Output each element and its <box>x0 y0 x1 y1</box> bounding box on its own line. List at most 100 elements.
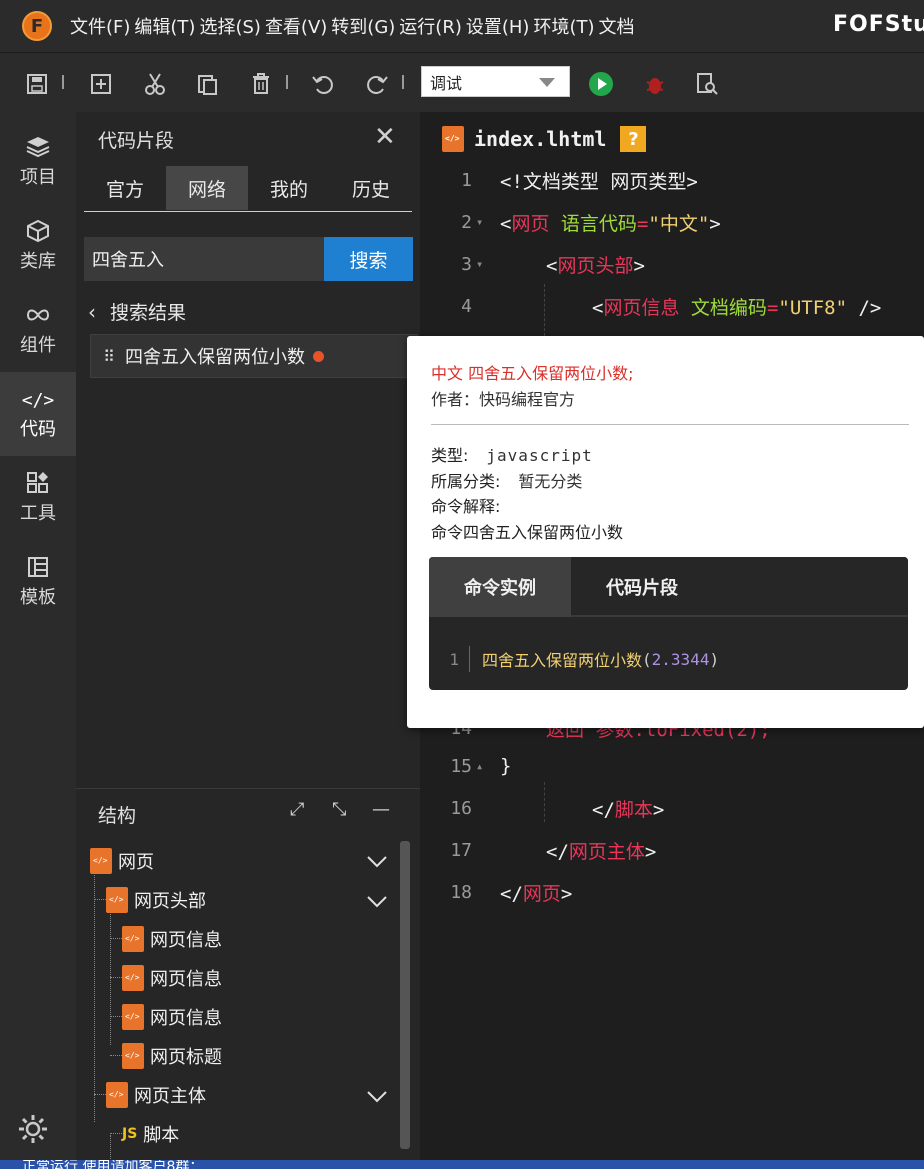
menu-select[interactable]: 选择(S) <box>199 13 260 39</box>
rail-item-components[interactable]: 组件 <box>0 288 76 372</box>
chevron-down-icon[interactable] <box>366 1088 388 1109</box>
tab-mine[interactable]: 我的 <box>248 166 330 210</box>
rail-item-label: 项目 <box>20 167 56 188</box>
save-icon[interactable] <box>24 71 50 97</box>
app-name: FOFStu <box>833 12 924 37</box>
menu-view[interactable]: 查看(V) <box>265 13 327 39</box>
rail-item-templates[interactable]: 模板 <box>0 540 76 624</box>
tree-scrollbar[interactable] <box>400 841 410 1149</box>
tab-code-snippet[interactable]: 代码片段 <box>571 557 713 617</box>
html-file-icon <box>106 887 128 913</box>
rail-item-code[interactable]: </> 代码 <box>0 372 76 456</box>
new-file-icon[interactable] <box>88 71 114 97</box>
rail-item-label: 模板 <box>20 587 56 608</box>
paste-icon[interactable] <box>194 71 220 97</box>
html-file-icon <box>122 965 144 991</box>
expand-icon[interactable]: ⤢ <box>290 799 304 820</box>
tree-node-label: 网页信息 <box>150 1008 222 1029</box>
code-line[interactable]: 2 ▾ <网页 语言代码="中文"> <box>420 201 924 243</box>
results-header-label: 搜索结果 <box>110 302 187 324</box>
tree-node-label: 网页信息 <box>150 930 222 951</box>
toolbar-separator <box>402 75 404 89</box>
debug-bug-icon[interactable] <box>642 71 668 97</box>
code-line[interactable]: 3 ▾ <网页头部> <box>420 243 924 285</box>
result-item[interactable]: ⠿ 四舍五入保留两位小数 <box>90 334 418 378</box>
rail-item-library[interactable]: 类库 <box>0 204 76 288</box>
chevron-down-icon <box>539 78 555 87</box>
structure-title: 结构 <box>98 805 137 827</box>
close-icon[interactable]: ✕ <box>374 122 396 152</box>
delete-icon[interactable] <box>248 71 274 97</box>
menu-file[interactable]: 文件(F) <box>70 13 130 39</box>
rail-item-label: 代码 <box>20 419 56 440</box>
rail-item-tools[interactable]: 工具 <box>0 456 76 540</box>
line-number: 1 <box>449 649 459 669</box>
tools-icon <box>26 471 50 499</box>
collapse-icon[interactable]: ⤡ <box>332 799 346 820</box>
editor-tab-filename: index.lhtml <box>474 127 607 151</box>
tree-node-label: 网页标题 <box>150 1047 222 1068</box>
tab-network[interactable]: 网络 <box>166 166 248 210</box>
menu-run[interactable]: 运行(R) <box>399 13 462 39</box>
tree-node-meta[interactable]: 网页信息 <box>122 960 222 996</box>
tree-node-meta[interactable]: 网页信息 <box>122 999 222 1035</box>
redo-icon[interactable] <box>364 71 390 97</box>
menu-docs[interactable]: 文档 <box>599 13 635 39</box>
run-mode-select[interactable]: 调试 <box>421 66 570 97</box>
tree-node-title[interactable]: 网页标题 <box>122 1038 222 1074</box>
tree-node-label: 脚本 <box>143 1125 180 1146</box>
code-line[interactable]: 1 <!文档类型 网页类型> <box>420 159 924 201</box>
tree-node-webpage[interactable]: 网页 <box>90 843 154 879</box>
menu-bar: 文件(F) 编辑(T) 选择(S) 查看(V) 转到(G) 运行(R) 设置(H… <box>70 13 639 39</box>
tree-node-body[interactable]: 网页主体 <box>106 1077 206 1113</box>
rail-item-project[interactable]: 项目 <box>0 120 76 204</box>
toolbar-separator <box>62 75 64 89</box>
html-file-icon <box>90 848 112 874</box>
minimize-icon[interactable]: — <box>372 799 390 820</box>
code-line[interactable]: 15 ▴ } <box>420 745 924 787</box>
tab-command-example[interactable]: 命令实例 <box>429 557 571 617</box>
undo-icon[interactable] <box>310 71 336 97</box>
chevron-left-icon[interactable]: ‹ <box>88 300 96 324</box>
cut-icon[interactable] <box>142 71 168 97</box>
tree-node-label: 网页头部 <box>134 891 206 912</box>
gutter-bar <box>469 646 470 672</box>
menu-edit[interactable]: 编辑(T) <box>134 13 195 39</box>
help-icon[interactable]: ? <box>620 126 647 152</box>
tab-history[interactable]: 历史 <box>330 166 412 210</box>
tree-node-label: 网页主体 <box>134 1086 206 1107</box>
status-text: 正常运行 使用请加客户8群：... <box>22 1160 217 1169</box>
editor-tab[interactable]: index.lhtml ? <box>442 120 647 158</box>
divider <box>431 424 909 425</box>
menu-environment[interactable]: 环境(T) <box>533 13 594 39</box>
status-bar: 正常运行 使用请加客户8群：... <box>0 1160 924 1169</box>
menu-settings[interactable]: 设置(H) <box>466 13 530 39</box>
code-line[interactable]: 4 <网页信息 文档编码="UTF8" /> <box>420 285 924 327</box>
popup-title: 中文 四舍五入保留两位小数; <box>431 364 634 383</box>
code-line[interactable]: 16 </脚本> <box>420 787 924 829</box>
code-icon: </> <box>21 390 55 411</box>
drag-handle-icon[interactable]: ⠿ <box>91 347 125 366</box>
tree-node-script[interactable]: JS 脚本 <box>122 1116 179 1152</box>
tab-official[interactable]: 官方 <box>84 166 166 210</box>
code-line[interactable]: 17 </网页主体> <box>420 829 924 871</box>
tree-node-head[interactable]: 网页头部 <box>106 882 206 918</box>
rail-item-label: 类库 <box>20 251 56 272</box>
settings-gear-icon[interactable] <box>16 1112 50 1146</box>
results-header[interactable]: ‹ 搜索结果 <box>88 298 186 325</box>
tree-node-meta[interactable]: 网页信息 <box>122 921 222 957</box>
chevron-down-icon[interactable] <box>366 853 388 874</box>
popup-category-row: 所属分类: 暂无分类 <box>431 468 582 492</box>
result-item-label: 四舍五入保留两位小数 <box>125 347 305 368</box>
menu-goto[interactable]: 转到(G) <box>331 13 395 39</box>
search-button[interactable]: 搜索 <box>324 237 413 281</box>
title-bar: F 文件(F) 编辑(T) 选择(S) 查看(V) 转到(G) 运行(R) 设置… <box>0 0 924 52</box>
search-doc-icon[interactable] <box>694 71 720 97</box>
snippet-panel: 代码片段 ✕ 官方 网络 我的 历史 搜索 ‹ 搜索结果 ⠿ 四舍五入保留两位小… <box>76 112 420 788</box>
tree-node-label: 网页信息 <box>150 969 222 990</box>
search-input[interactable] <box>84 237 324 281</box>
chevron-down-icon[interactable] <box>366 893 388 914</box>
run-icon[interactable] <box>588 71 614 97</box>
code-line[interactable]: 18 </网页> <box>420 871 924 913</box>
category-label: 所属分类: <box>431 472 501 491</box>
